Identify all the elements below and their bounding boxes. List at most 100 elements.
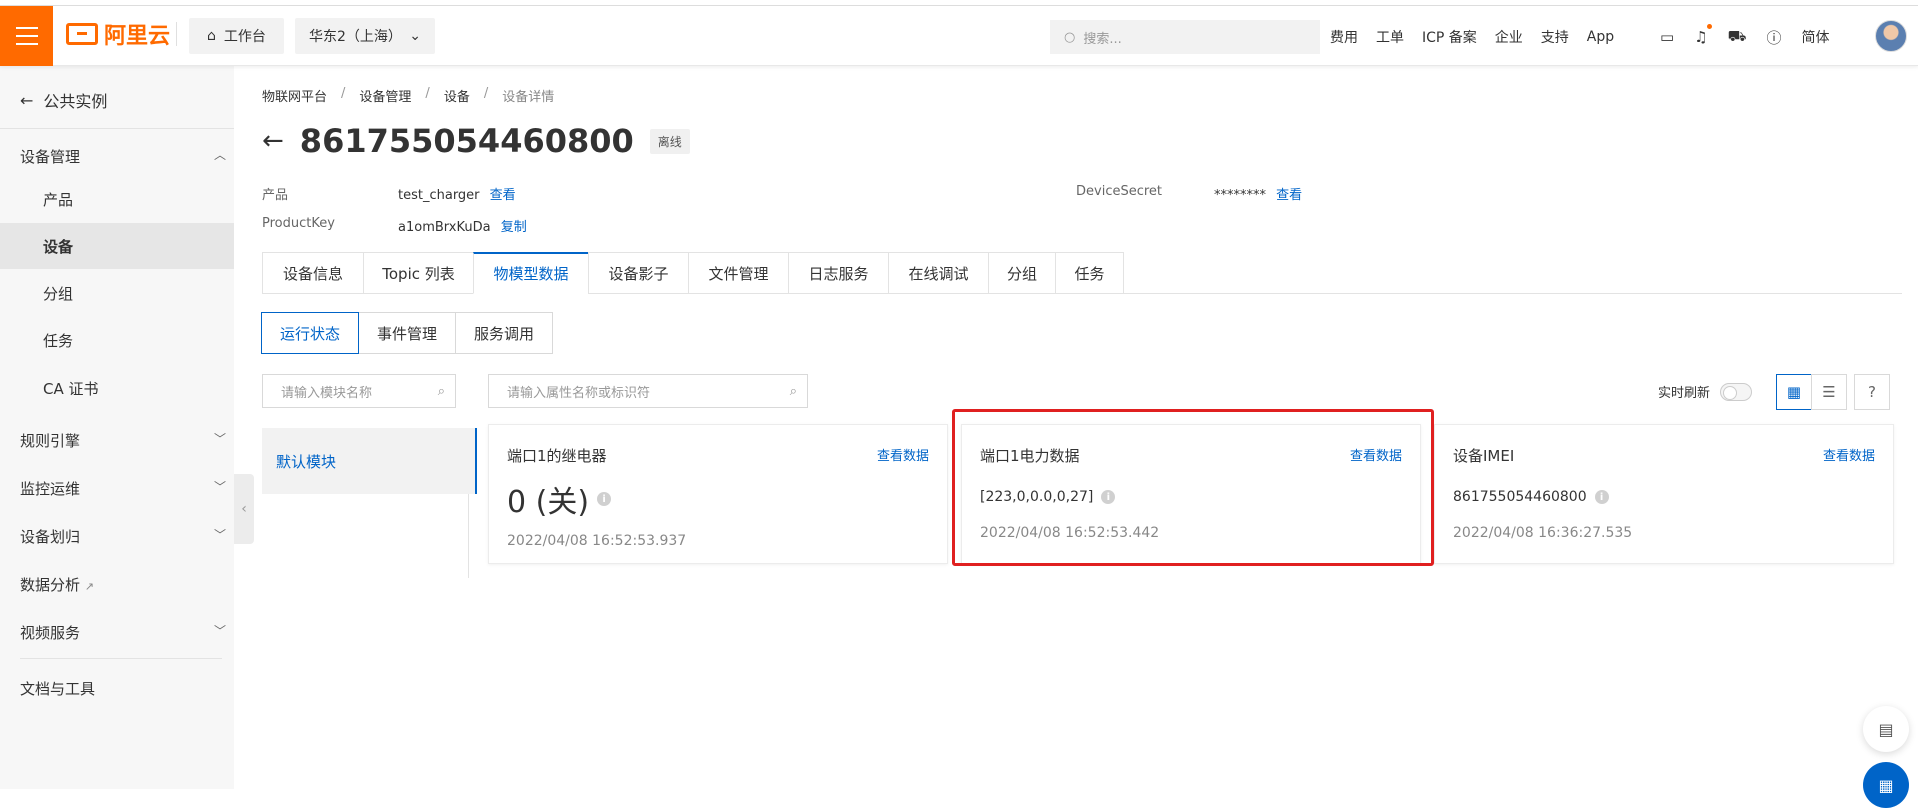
subtab-running-status[interactable]: 运行状态 — [261, 312, 360, 354]
workbench-button[interactable]: ⌂ 工作台 — [189, 18, 284, 54]
region-label: 华东2（上海） — [309, 29, 402, 45]
property-value-row: 861755054460800 i — [1453, 489, 1609, 505]
product-view-link[interactable]: 查看 — [490, 188, 516, 203]
view-data-link[interactable]: 查看数据 — [877, 445, 929, 464]
info-icon[interactable]: i — [1594, 490, 1609, 504]
chat-icon[interactable]: ▤ — [1863, 706, 1909, 752]
tab-topic-list[interactable]: Topic 列表 — [363, 252, 473, 294]
sidebar-item-monitor[interactable]: 监控运维 ﹀ — [20, 478, 226, 499]
chevron-left-icon: ‹ — [241, 501, 247, 517]
productkey-copy-link[interactable]: 复制 — [501, 220, 527, 235]
info-icon[interactable]: i — [597, 492, 612, 506]
grid-view-icon[interactable]: ▦ — [1776, 374, 1812, 410]
apps-grid-icon[interactable]: ▦ — [1863, 762, 1909, 808]
help-icon[interactable]: ⓘ — [1767, 27, 1782, 48]
tab-file-mgmt[interactable]: 文件管理 — [688, 252, 788, 294]
module-search-input[interactable]: 请输入模块名称 ⌕ — [262, 374, 456, 408]
sidebar-collapse-handle[interactable]: ‹ — [234, 474, 254, 544]
arrow-left-icon: ← — [20, 90, 34, 110]
property-value: 861755054460800 — [1453, 489, 1587, 505]
bell-icon[interactable]: ♫ — [1694, 24, 1712, 46]
top-links: 费用 工单 ICP 备案 企业 支持 App — [1330, 20, 1614, 54]
arrow-left-icon[interactable]: ← — [262, 126, 284, 156]
help-icon[interactable]: ? — [1854, 374, 1890, 410]
sidebar-item-ca-cert[interactable]: CA 证书 — [0, 365, 234, 411]
tab-task[interactable]: 任务 — [1055, 252, 1124, 294]
highlight-annotation — [952, 409, 1434, 566]
product-meta: test_charger 查看 — [398, 184, 516, 203]
back-to-instances[interactable]: ← 公共实例 — [20, 88, 107, 112]
sidebar-item-device-mgmt[interactable]: 设备管理 ︿ — [20, 146, 226, 167]
search-icon[interactable]: ⌕ — [438, 384, 445, 399]
product-label: 产品 — [262, 188, 289, 203]
nav-link-enterprise[interactable]: 企业 — [1495, 27, 1523, 47]
terminal-icon[interactable]: ▭ — [1660, 28, 1674, 46]
tab-device-shadow[interactable]: 设备影子 — [588, 252, 688, 294]
region-selector[interactable]: 华东2（上海） ⌄ — [295, 18, 435, 54]
module-item-default[interactable]: 默认模块 — [262, 428, 477, 494]
chevron-up-icon: ︿ — [213, 148, 226, 162]
sidebar-item-device-assign[interactable]: 设备划归 ﹀ — [20, 526, 226, 547]
chevron-down-icon: ﹀ — [213, 528, 226, 542]
workbench-label: 工作台 — [223, 29, 266, 45]
cart-icon[interactable]: ⛟ — [1728, 27, 1747, 47]
sidebar-item-label: 任务 — [43, 331, 74, 350]
search-icon[interactable]: ⌕ — [790, 384, 797, 399]
top-navigation-bar: 阿里云 ⌂ 工作台 华东2（上海） ⌄ ○ 搜索... 费用 工单 ICP 备案… — [0, 0, 1918, 66]
breadcrumb-current: 设备详情 — [502, 90, 555, 105]
home-icon: ⌂ — [207, 28, 216, 44]
title-row: ← 861755054460800 离线 — [262, 122, 690, 160]
nav-link-fees[interactable]: 费用 — [1330, 27, 1358, 47]
nav-link-app[interactable]: App — [1587, 29, 1614, 45]
module-search-placeholder: 请输入模块名称 — [281, 385, 373, 401]
list-view-icon[interactable]: ☰ — [1811, 374, 1847, 410]
sidebar-item-video[interactable]: 视频服务 ﹀ — [20, 622, 226, 643]
breadcrumb-iot[interactable]: 物联网平台 — [262, 86, 327, 105]
language-switch[interactable]: 简体 — [1802, 27, 1830, 47]
view-data-link[interactable]: 查看数据 — [1823, 445, 1875, 464]
sidebar-item-data-analysis[interactable]: 数据分析 ↗ — [20, 574, 94, 595]
devicesecret-view-link[interactable]: 查看 — [1276, 188, 1302, 203]
aliyun-logo-mark — [66, 23, 98, 45]
tab-thing-model-data[interactable]: 物模型数据 — [473, 252, 588, 294]
tab-device-info[interactable]: 设备信息 — [262, 252, 363, 294]
sidebar-item-docs[interactable]: 文档与工具 — [20, 678, 95, 699]
chevron-down-icon: ﹀ — [213, 480, 226, 494]
hamburger-menu-icon[interactable] — [0, 6, 53, 66]
property-timestamp: 2022/04/08 16:36:27.535 — [1453, 525, 1633, 541]
aliyun-logo[interactable]: 阿里云 — [66, 20, 171, 49]
sidebar-item-label: 产品 — [43, 190, 74, 209]
nav-link-icp[interactable]: ICP 备案 — [1422, 27, 1477, 47]
sidebar-item-task[interactable]: 任务 — [0, 317, 234, 363]
sidebar-item-label: 视频服务 — [20, 624, 81, 642]
global-search-input[interactable]: ○ 搜索... — [1050, 20, 1320, 54]
breadcrumb-device[interactable]: 设备 — [444, 86, 470, 105]
subtab-service-call[interactable]: 服务调用 — [455, 312, 554, 354]
sidebar-item-device[interactable]: 设备 — [0, 223, 234, 269]
nav-link-ticket[interactable]: 工单 — [1376, 27, 1404, 47]
tab-group[interactable]: 分组 — [988, 252, 1055, 294]
nav-link-support[interactable]: 支持 — [1541, 27, 1569, 47]
sidebar-item-rule-engine[interactable]: 规则引擎 ﹀ — [20, 430, 226, 451]
subtab-bar: 运行状态 事件管理 服务调用 — [261, 312, 554, 354]
breadcrumb: 物联网平台 / 设备管理 / 设备 / 设备详情 — [262, 86, 554, 105]
sidebar-item-product[interactable]: 产品 — [0, 176, 234, 222]
avatar[interactable] — [1875, 20, 1907, 52]
tab-bar: 设备信息 Topic 列表 物模型数据 设备影子 文件管理 日志服务 在线调试 … — [262, 252, 1902, 294]
tab-log-service[interactable]: 日志服务 — [788, 252, 888, 294]
sidebar: ← 公共实例 设备管理 ︿ 产品 设备 分组 任务 CA 证书 规则引擎 ﹀ 监控… — [0, 66, 234, 789]
breadcrumb-sep: / — [483, 86, 489, 101]
breadcrumb-device-mgmt[interactable]: 设备管理 — [359, 86, 411, 105]
sidebar-item-label: 设备管理 — [20, 148, 81, 166]
back-label: 公共实例 — [43, 92, 108, 111]
external-link-icon: ↗ — [84, 580, 95, 593]
tab-online-debug[interactable]: 在线调试 — [888, 252, 988, 294]
brand-name: 阿里云 — [104, 24, 171, 49]
property-value-row: 0 (关) i — [507, 477, 612, 521]
subtab-event-mgmt[interactable]: 事件管理 — [358, 312, 457, 354]
realtime-refresh-toggle[interactable] — [1720, 382, 1753, 401]
status-badge: 离线 — [649, 128, 690, 154]
property-value: 0 (关) — [507, 485, 590, 520]
attribute-search-input[interactable]: 请输入属性名称或标识符 ⌕ — [488, 374, 808, 408]
sidebar-item-group[interactable]: 分组 — [0, 270, 234, 316]
